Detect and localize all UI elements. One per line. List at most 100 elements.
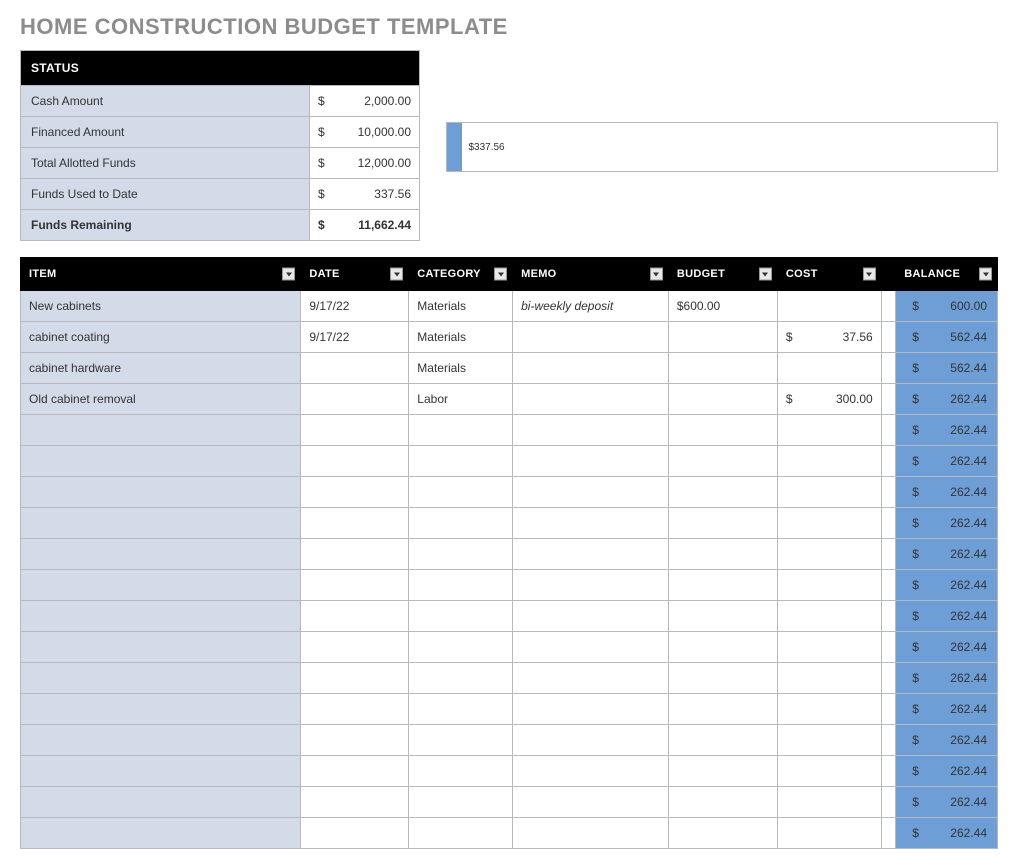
filter-icon[interactable] <box>390 268 403 281</box>
cell-category[interactable] <box>409 663 513 694</box>
cell-date[interactable] <box>301 725 409 756</box>
cell-memo[interactable] <box>513 384 669 415</box>
cell-item[interactable] <box>21 725 301 756</box>
cell-memo[interactable] <box>513 601 669 632</box>
cell-balance[interactable]: $262.44 <box>896 756 998 787</box>
cell-balance[interactable]: $262.44 <box>896 415 998 446</box>
cell-cost[interactable] <box>777 477 881 508</box>
status-row-value[interactable]: $10,000.00 <box>309 117 419 147</box>
cell-cost[interactable]: $37.56 <box>777 322 881 353</box>
cell-memo[interactable] <box>513 663 669 694</box>
cell-item[interactable] <box>21 570 301 601</box>
cell-balance[interactable]: $262.44 <box>896 725 998 756</box>
cell-date[interactable] <box>301 446 409 477</box>
cell-date[interactable]: 9/17/22 <box>301 291 409 322</box>
cell-balance[interactable]: $262.44 <box>896 632 998 663</box>
cell-item[interactable] <box>21 415 301 446</box>
filter-icon[interactable] <box>494 268 507 281</box>
cell-item[interactable] <box>21 787 301 818</box>
cell-cost[interactable] <box>777 291 881 322</box>
cell-item[interactable] <box>21 477 301 508</box>
cell-budget[interactable] <box>668 756 777 787</box>
cell-budget[interactable] <box>668 694 777 725</box>
cell-memo[interactable] <box>513 508 669 539</box>
cell-balance[interactable]: $262.44 <box>896 570 998 601</box>
cell-date[interactable] <box>301 384 409 415</box>
cell-memo[interactable] <box>513 694 669 725</box>
cell-memo[interactable] <box>513 477 669 508</box>
cell-memo[interactable] <box>513 725 669 756</box>
cell-item[interactable] <box>21 446 301 477</box>
cell-memo[interactable] <box>513 539 669 570</box>
col-memo[interactable]: MEMO <box>513 258 669 291</box>
cell-item[interactable] <box>21 818 301 849</box>
cell-category[interactable] <box>409 725 513 756</box>
col-balance[interactable]: BALANCE <box>896 258 998 291</box>
cell-date[interactable] <box>301 756 409 787</box>
cell-balance[interactable]: $262.44 <box>896 477 998 508</box>
cell-balance[interactable]: $262.44 <box>896 384 998 415</box>
cell-category[interactable] <box>409 570 513 601</box>
cell-category[interactable]: Materials <box>409 291 513 322</box>
cell-category[interactable] <box>409 756 513 787</box>
cell-category[interactable] <box>409 601 513 632</box>
filter-icon[interactable] <box>759 268 772 281</box>
cell-cost[interactable] <box>777 415 881 446</box>
cell-cost[interactable] <box>777 446 881 477</box>
cell-memo[interactable] <box>513 818 669 849</box>
cell-date[interactable] <box>301 632 409 663</box>
cell-cost[interactable] <box>777 787 881 818</box>
cell-balance[interactable]: $600.00 <box>896 291 998 322</box>
cell-memo[interactable]: bi-weekly deposit <box>513 291 669 322</box>
cell-date[interactable] <box>301 818 409 849</box>
cell-date[interactable] <box>301 508 409 539</box>
cell-date[interactable] <box>301 353 409 384</box>
cell-balance[interactable]: $262.44 <box>896 446 998 477</box>
cell-memo[interactable] <box>513 570 669 601</box>
cell-balance[interactable]: $262.44 <box>896 787 998 818</box>
cell-budget[interactable] <box>668 787 777 818</box>
cell-item[interactable] <box>21 632 301 663</box>
cell-cost[interactable] <box>777 632 881 663</box>
filter-icon[interactable] <box>650 268 663 281</box>
cell-category[interactable] <box>409 787 513 818</box>
cell-memo[interactable] <box>513 353 669 384</box>
status-row-value[interactable]: $337.56 <box>309 179 419 209</box>
cell-cost[interactable] <box>777 725 881 756</box>
cell-category[interactable] <box>409 477 513 508</box>
cell-cost[interactable] <box>777 601 881 632</box>
cell-item[interactable]: cabinet coating <box>21 322 301 353</box>
cell-memo[interactable] <box>513 632 669 663</box>
cell-budget[interactable] <box>668 632 777 663</box>
col-budget[interactable]: BUDGET <box>668 258 777 291</box>
cell-category[interactable] <box>409 415 513 446</box>
filter-icon[interactable] <box>282 268 295 281</box>
cell-budget[interactable] <box>668 539 777 570</box>
cell-budget[interactable] <box>668 322 777 353</box>
cell-date[interactable] <box>301 415 409 446</box>
cell-item[interactable] <box>21 539 301 570</box>
cell-item[interactable]: New cabinets <box>21 291 301 322</box>
cell-category[interactable] <box>409 694 513 725</box>
col-category[interactable]: CATEGORY <box>409 258 513 291</box>
status-row-value[interactable]: $12,000.00 <box>309 148 419 178</box>
cell-budget[interactable] <box>668 508 777 539</box>
cell-cost[interactable] <box>777 539 881 570</box>
col-item[interactable]: ITEM <box>21 258 301 291</box>
cell-cost[interactable] <box>777 694 881 725</box>
cell-date[interactable] <box>301 663 409 694</box>
col-cost[interactable]: COST <box>777 258 881 291</box>
cell-memo[interactable] <box>513 787 669 818</box>
cell-memo[interactable] <box>513 446 669 477</box>
cell-cost[interactable]: $300.00 <box>777 384 881 415</box>
cell-item[interactable] <box>21 694 301 725</box>
cell-item[interactable] <box>21 508 301 539</box>
cell-item[interactable] <box>21 601 301 632</box>
cell-balance[interactable]: $262.44 <box>896 818 998 849</box>
cell-date[interactable] <box>301 787 409 818</box>
cell-balance[interactable]: $262.44 <box>896 508 998 539</box>
cell-date[interactable]: 9/17/22 <box>301 322 409 353</box>
cell-category[interactable] <box>409 632 513 663</box>
cell-date[interactable] <box>301 539 409 570</box>
cell-category[interactable] <box>409 446 513 477</box>
